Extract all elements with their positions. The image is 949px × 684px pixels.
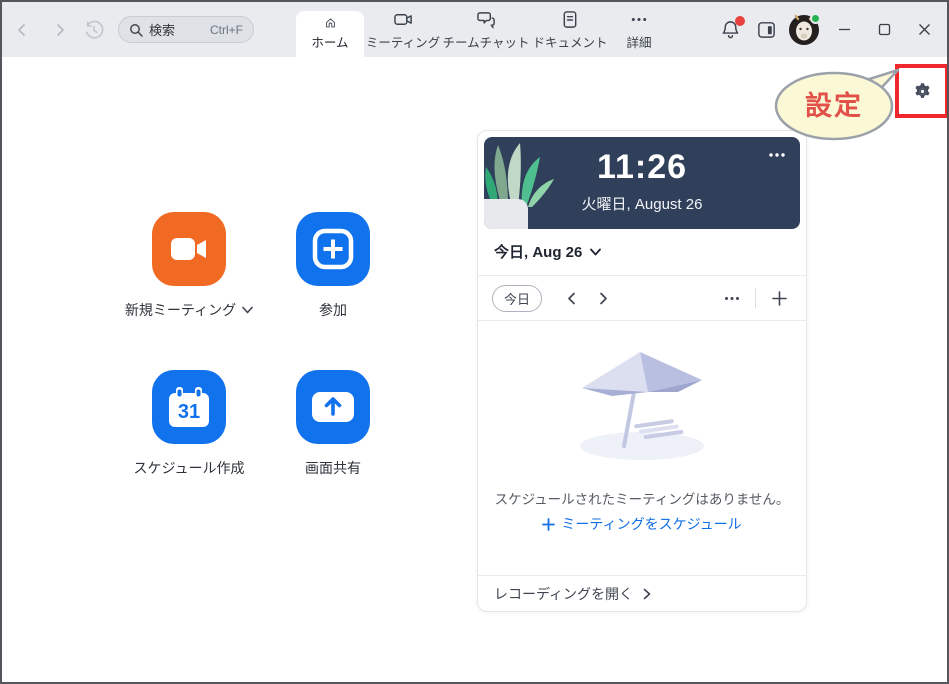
history-icon — [85, 20, 104, 39]
tab-home[interactable]: ホーム — [296, 11, 364, 57]
chevron-down-icon[interactable] — [242, 306, 253, 314]
divider — [755, 288, 756, 308]
share-arrow-icon — [312, 392, 354, 422]
calendar-more-button[interactable] — [719, 285, 745, 311]
join-button[interactable] — [296, 212, 370, 286]
tab-team-chat-label: チームチャット — [442, 36, 530, 50]
search-shortcut: Ctrl+F — [210, 22, 243, 37]
join-label: 参加 — [319, 302, 347, 318]
back-icon — [18, 24, 25, 36]
chevron-right-icon — [599, 292, 607, 304]
quick-action-schedule: 31 スケジュール作成 — [109, 370, 269, 478]
share-screen-label: 画面共有 — [305, 460, 361, 476]
new-meeting-button[interactable] — [152, 212, 226, 286]
schedule-meeting-link-label: ミーティングをスケジュール — [561, 516, 742, 532]
minimize-button[interactable] — [829, 15, 859, 45]
tab-docs[interactable]: ドキュメント — [530, 2, 610, 57]
ellipsis-icon — [725, 296, 739, 300]
date-header-label: 今日, Aug 26 — [494, 244, 583, 261]
tab-home-label: ホーム — [311, 36, 349, 50]
minimize-icon — [838, 28, 850, 31]
schedule-label: スケジュール作成 — [133, 460, 245, 476]
open-recordings-label: レコーディングを開く — [494, 585, 634, 602]
quick-action-new-meeting: 新規ミーティング — [109, 212, 269, 320]
calendar-toolbar: 今日 — [478, 276, 806, 320]
empty-state-message: スケジュールされたミーティングはありません。 — [494, 492, 790, 507]
add-meeting-button[interactable] — [766, 285, 792, 311]
quick-action-join: 参加 — [253, 212, 413, 320]
ellipsis-icon — [631, 17, 647, 22]
maximize-button[interactable] — [869, 15, 899, 45]
maximize-icon — [878, 23, 890, 36]
status-online-dot — [810, 12, 821, 24]
schedule-button[interactable]: 31 — [152, 370, 226, 444]
settings-highlight-box — [895, 64, 947, 118]
prev-day-button[interactable] — [558, 285, 584, 311]
tab-meetings[interactable]: ミーティング — [364, 2, 442, 57]
tab-meetings-label: ミーティング — [365, 36, 441, 50]
avatar[interactable] — [789, 12, 821, 45]
next-day-button[interactable] — [590, 285, 616, 311]
video-camera-icon — [171, 238, 206, 260]
gear-icon — [914, 82, 930, 98]
tab-docs-label: ドキュメント — [532, 36, 608, 50]
today-button-label: 今日 — [504, 291, 531, 307]
forward-button[interactable] — [50, 20, 70, 40]
back-button[interactable] — [12, 20, 32, 40]
chat-icon — [476, 12, 495, 29]
calendar-31-icon: 31 — [169, 387, 209, 427]
document-icon — [563, 11, 577, 28]
tab-more-label: 詳細 — [626, 36, 652, 50]
clock-card: 11:26 火曜日, August 26 — [484, 137, 800, 229]
titlebar: 検索 Ctrl+F ホーム ミーティング チームチャット ドキュメント 詳細 — [2, 2, 947, 57]
clock-time: 11:26 — [596, 148, 688, 186]
notifications-button[interactable] — [717, 15, 745, 43]
calendar-day-text: 31 — [178, 401, 200, 423]
calendar-button[interactable] — [753, 17, 779, 43]
close-icon — [918, 24, 930, 35]
today-button[interactable]: 今日 — [492, 284, 543, 312]
zoom-app-window: 検索 Ctrl+F ホーム ミーティング チームチャット ドキュメント 詳細 設… — [0, 0, 949, 684]
search-input[interactable]: 検索 Ctrl+F — [118, 16, 254, 43]
clock-date: 火曜日, August 26 — [581, 196, 703, 213]
home-side-panel: 11:26 火曜日, August 26 今日, Aug 26 今日 スケジュー… — [477, 130, 807, 612]
tab-team-chat[interactable]: チームチャット — [442, 2, 530, 57]
plus-icon — [542, 517, 556, 531]
search-icon — [130, 23, 143, 37]
notification-badge — [735, 15, 745, 26]
calendar-icon — [757, 22, 775, 38]
main-tabs: ホーム ミーティング チームチャット ドキュメント 詳細 — [296, 2, 668, 57]
open-recordings-row[interactable]: レコーディングを開く — [478, 575, 806, 611]
annotation-label: 設定 — [805, 91, 863, 121]
home-icon — [325, 18, 335, 28]
search-placeholder: 検索 — [149, 23, 176, 38]
video-icon — [393, 14, 412, 25]
close-button[interactable] — [909, 15, 939, 45]
titlebar-right — [717, 2, 939, 57]
settings-button[interactable] — [899, 68, 945, 114]
tab-more[interactable]: 詳細 — [610, 2, 668, 57]
schedule-meeting-link[interactable]: ミーティングをスケジュール — [478, 514, 806, 534]
quick-action-share-screen: 画面共有 — [253, 370, 413, 478]
share-screen-button[interactable] — [296, 370, 370, 444]
history-button[interactable] — [84, 20, 104, 40]
chevron-right-icon — [643, 588, 651, 599]
plus-icon — [771, 290, 787, 306]
plus-icon — [312, 228, 354, 270]
ellipsis-icon — [769, 153, 785, 157]
meetings-empty-state: スケジュールされたミーティングはありません。 ミーティングをスケジュール — [478, 320, 806, 577]
clock-card-more-button[interactable] — [766, 147, 788, 163]
umbrella-illustration — [580, 352, 704, 460]
chevron-down-icon — [590, 248, 602, 255]
forward-icon — [57, 24, 64, 36]
chevron-left-icon — [567, 292, 575, 304]
date-header-dropdown[interactable]: 今日, Aug 26 — [494, 241, 602, 262]
new-meeting-label: 新規ミーティング — [124, 302, 237, 318]
